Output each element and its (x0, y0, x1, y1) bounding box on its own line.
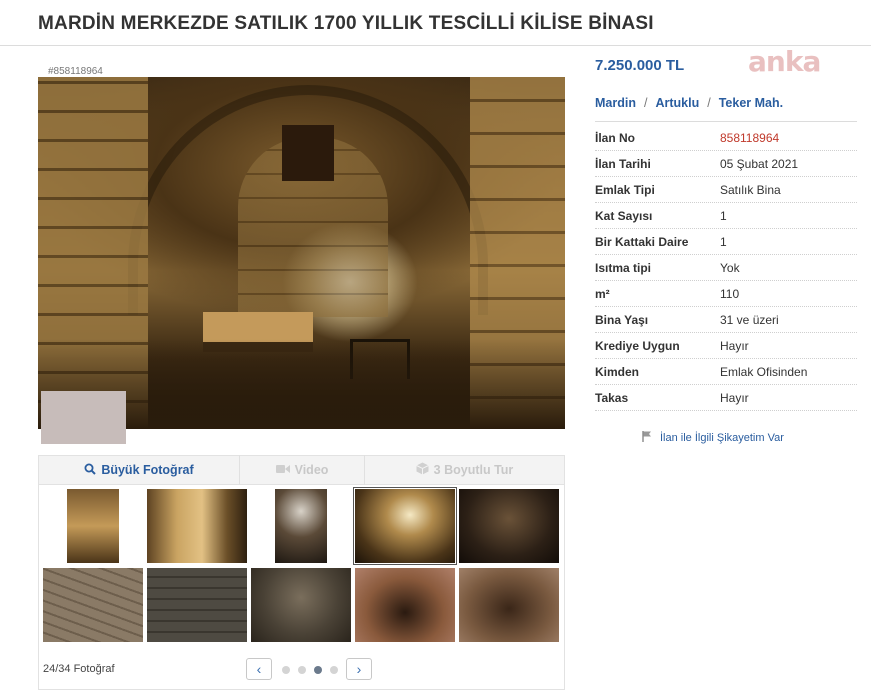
spec-label: Emlak Tipi (595, 182, 655, 197)
spec-label: m² (595, 286, 610, 301)
spec-row-units-per-floor: Bir Kattaki Daire 1 (595, 229, 857, 255)
spec-value: 31 ve üzeri (720, 312, 779, 327)
thumbnail[interactable] (147, 489, 247, 563)
page-title: MARDİN MERKEZDE SATILIK 1700 YILLIK TESC… (38, 13, 654, 34)
breadcrumb: Mardin / Artuklu / Teker Mah. (595, 96, 783, 110)
thumbnail[interactable] (43, 568, 143, 642)
cube-icon (415, 462, 429, 478)
media-tabs: Büyük Fotoğraf Video 3 Boyutlu Tur (38, 455, 565, 485)
spec-row-seller: Kimden Emlak Ofisinden (595, 359, 857, 385)
spec-label: Kat Sayısı (595, 208, 653, 223)
spec-value: 858118964 (720, 130, 780, 145)
listing-specs: İlan No 858118964 İlan Tarihi 05 Şubat 2… (595, 125, 857, 411)
spec-row-listing-date: İlan Tarihi 05 Şubat 2021 (595, 151, 857, 177)
news-agency-watermark: anka (748, 45, 821, 78)
spec-row-building-age: Bina Yaşı 31 ve üzeri (595, 307, 857, 333)
spec-value: 05 Şubat 2021 (720, 156, 799, 171)
pager-dot[interactable] (330, 666, 338, 674)
thumbnail[interactable] (459, 568, 559, 642)
spec-label: Bina Yaşı (595, 312, 649, 327)
breadcrumb-separator: / (643, 96, 648, 110)
spec-row-property-type: Emlak Tipi Satılık Bina (595, 177, 857, 203)
chevron-left-icon: ‹ (256, 661, 262, 677)
breadcrumb-separator: / (707, 96, 711, 110)
spec-label: Kimden (595, 364, 640, 379)
spec-row-listing-no: İlan No 858118964 (595, 125, 857, 151)
spec-value: 1 (720, 234, 727, 249)
tab-3d-tour-label: 3 Boyutlu Tur (433, 463, 514, 477)
thumbnail[interactable] (275, 489, 327, 563)
thumbnail[interactable] (251, 568, 351, 642)
spec-value: Hayır (720, 338, 749, 353)
tab-big-photo[interactable]: Büyük Fotoğraf (39, 455, 239, 485)
chevron-right-icon: › (356, 661, 362, 677)
divider (595, 121, 857, 122)
photo-counter: 24/34 Fotoğraf (43, 663, 115, 675)
report-listing-label: İlan ile İlgili Şikayetim Var (660, 432, 784, 444)
spec-label: Bir Kattaki Daire (595, 234, 689, 249)
tab-video-label: Video (294, 463, 329, 477)
breadcrumb-neighborhood[interactable]: Teker Mah. (719, 96, 783, 110)
pager-dot-active[interactable] (314, 666, 322, 674)
thumbnail[interactable] (459, 489, 559, 563)
spec-value: Emlak Ofisinden (720, 364, 808, 379)
spec-row-area: m² 110 (595, 281, 857, 307)
spec-row-credit-eligible: Krediye Uygun Hayır (595, 333, 857, 359)
tab-3d-tour[interactable]: 3 Boyutlu Tur (364, 455, 564, 485)
photo-arch (128, 85, 488, 315)
blurred-watermark-patch (41, 391, 126, 444)
price: 7.250.000 TL (595, 57, 685, 74)
next-photos-button[interactable]: › (346, 658, 372, 680)
flag-icon (642, 431, 652, 445)
tab-video[interactable]: Video (239, 455, 364, 485)
spec-value: Yok (720, 260, 740, 275)
spec-label: İlan No (595, 130, 636, 145)
prev-photos-button[interactable]: ‹ (246, 658, 272, 680)
spec-value: Satılık Bina (720, 182, 781, 197)
spec-label: Takas (595, 390, 629, 405)
spec-label: Krediye Uygun (595, 338, 680, 353)
spec-value: 110 (720, 286, 740, 301)
tab-big-photo-label: Büyük Fotoğraf (101, 463, 194, 477)
breadcrumb-city[interactable]: Mardin (595, 96, 636, 110)
photo-workbench (203, 312, 313, 342)
video-camera-icon (275, 463, 290, 477)
pager-dot[interactable] (282, 666, 290, 674)
report-listing-link[interactable]: İlan ile İlgili Şikayetim Var (642, 431, 784, 445)
spec-label: Isıtma tipi (595, 260, 652, 275)
breadcrumb-district[interactable]: Artuklu (655, 96, 699, 110)
thumbnail[interactable] (147, 568, 247, 642)
spec-row-heating: Isıtma tipi Yok (595, 255, 857, 281)
spec-row-trade: Takas Hayır (595, 385, 857, 411)
title-bar: MARDİN MERKEZDE SATILIK 1700 YILLIK TESC… (0, 0, 871, 46)
spec-label: İlan Tarihi (595, 156, 651, 171)
thumbnail[interactable] (355, 568, 455, 642)
thumbnail-gallery (38, 485, 565, 690)
search-icon (84, 463, 97, 478)
spec-row-floor-count: Kat Sayısı 1 (595, 203, 857, 229)
pager-dot[interactable] (298, 666, 306, 674)
pager-dots (282, 666, 338, 674)
main-photo[interactable] (38, 77, 565, 429)
thumbnail-selected[interactable] (353, 487, 457, 565)
spec-value: 1 (720, 208, 727, 223)
thumbnail[interactable] (67, 489, 119, 563)
listing-reference: #858118964 (48, 66, 103, 77)
spec-value: Hayır (720, 390, 749, 405)
photo-window (282, 125, 334, 181)
